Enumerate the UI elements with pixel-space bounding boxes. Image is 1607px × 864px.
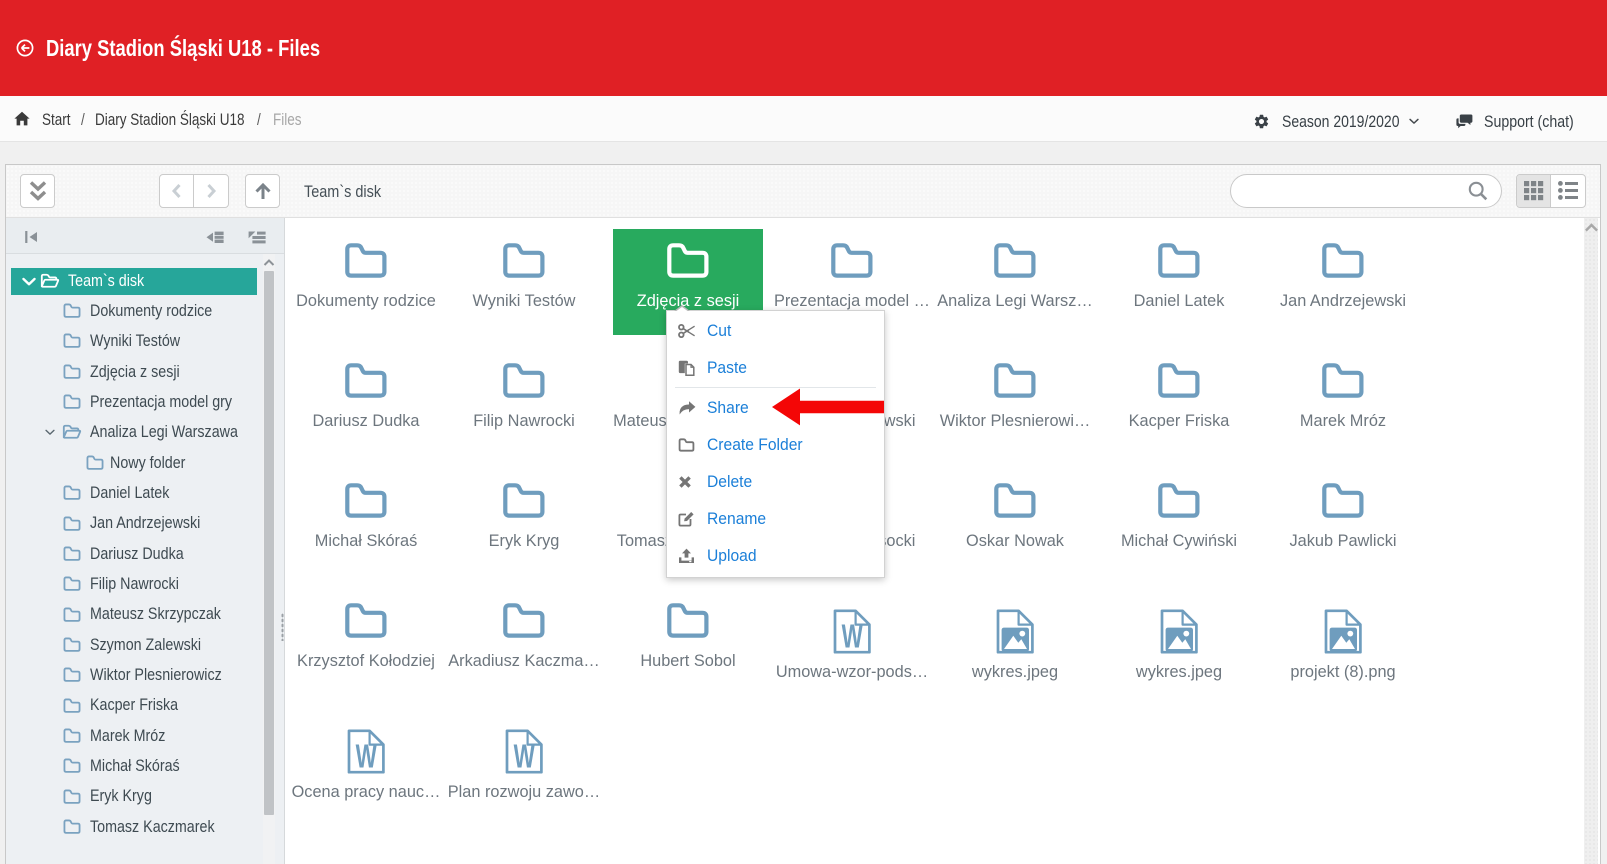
svg-text:W: W	[841, 617, 862, 654]
svg-text:W: W	[356, 737, 377, 774]
svg-text:W: W	[514, 737, 535, 774]
